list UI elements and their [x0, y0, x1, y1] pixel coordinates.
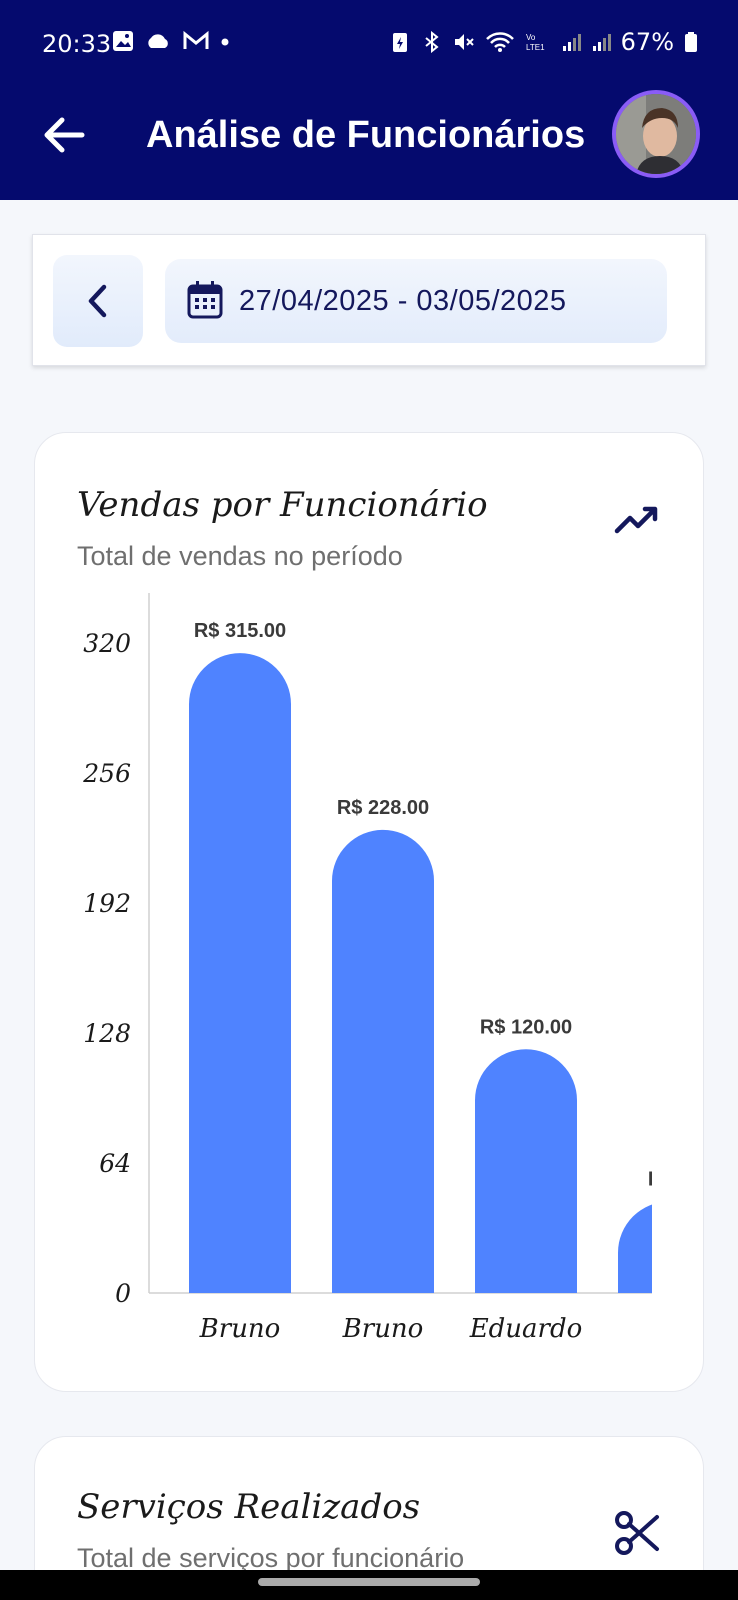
calendar-icon: [187, 281, 223, 319]
status-time: 20:33: [42, 30, 112, 58]
avatar-image: [616, 94, 696, 174]
bars-group: R$ 315.00 Bruno R$ 228.00 Bruno R$ 120.00 Edu…: [189, 620, 705, 1344]
dot-icon: [221, 38, 229, 46]
page-title: Análise de Funcionários: [146, 114, 586, 156]
bluetooth-icon: [425, 31, 439, 53]
y-tick-label: 64: [99, 1149, 131, 1178]
image-icon: [113, 31, 133, 51]
bar-value-label: R$ 120.00: [480, 1016, 572, 1038]
x-category-label: Bruno: [199, 1314, 281, 1344]
bar-value-label: R$ 228.00: [337, 797, 429, 819]
bar[interactable]: [618, 1202, 705, 1293]
previous-period-button[interactable]: [53, 255, 143, 347]
bar-chart-svg: 0 64 128 192 256 320 R$ 315.00 Bruno R$ 228.00 Br…: [82, 593, 705, 1344]
svg-text:Vo: Vo: [526, 33, 536, 42]
card-title: Serviços Realizados: [77, 1487, 421, 1527]
bar[interactable]: [475, 1049, 577, 1293]
battery-percent: 67%: [620, 28, 674, 56]
top-bar: 20:33 Vo LTE1 67% Análise de Funcionários: [0, 0, 738, 200]
x-category-label: Bruno: [342, 1314, 424, 1344]
date-range-text: 27/04/2025 - 03/05/2025: [239, 285, 567, 317]
home-gesture-pill[interactable]: [258, 1578, 480, 1586]
bar[interactable]: [189, 653, 291, 1293]
y-tick-label: 320: [83, 629, 131, 658]
y-tick-label: 192: [83, 889, 131, 918]
sales-chart-card: Vendas por Funcionário Total de vendas n…: [34, 432, 704, 1392]
bar-value-label: R$ 315.00: [194, 620, 286, 642]
y-tick-label: 128: [83, 1019, 131, 1048]
bar-value-label: R$ 4: [648, 1169, 691, 1191]
notification-icons: [112, 30, 230, 52]
cloud-icon: [148, 34, 168, 48]
scissors-icon: [615, 1511, 659, 1555]
avatar[interactable]: [612, 90, 700, 178]
signal-icon: [592, 34, 611, 51]
system-navigation-bar: [0, 1570, 738, 1600]
bar[interactable]: [332, 829, 434, 1293]
back-arrow-icon[interactable]: [38, 110, 88, 160]
x-category-label: Eduardo: [469, 1314, 583, 1344]
svg-text:LTE1: LTE1: [526, 43, 545, 52]
y-tick-label: 0: [115, 1279, 131, 1308]
signal-icon: [562, 34, 581, 51]
sales-bar-chart: 0 64 128 192 256 320 R$ 315.00 Bruno R$ 228.00 Br…: [35, 433, 705, 1393]
date-range-selector[interactable]: 27/04/2025 - 03/05/2025: [165, 259, 667, 343]
status-bar: 20:33 Vo LTE1 67%: [0, 0, 738, 90]
date-filter-panel: 27/04/2025 - 03/05/2025: [32, 234, 706, 366]
gmail-icon: [183, 30, 209, 49]
wifi-icon: [485, 32, 514, 52]
x-category-label: Si: [656, 1314, 682, 1344]
battery-icon: [685, 32, 697, 52]
app-bar: Análise de Funcionários: [0, 90, 738, 200]
mute-icon: [454, 34, 474, 50]
chevron-left-icon: [88, 284, 107, 318]
y-tick-label: 256: [82, 759, 131, 788]
system-icons: Vo LTE1 67%: [389, 28, 698, 56]
battery-saver-icon: [392, 33, 407, 52]
volte-icon: VoLTE1: [526, 33, 545, 52]
